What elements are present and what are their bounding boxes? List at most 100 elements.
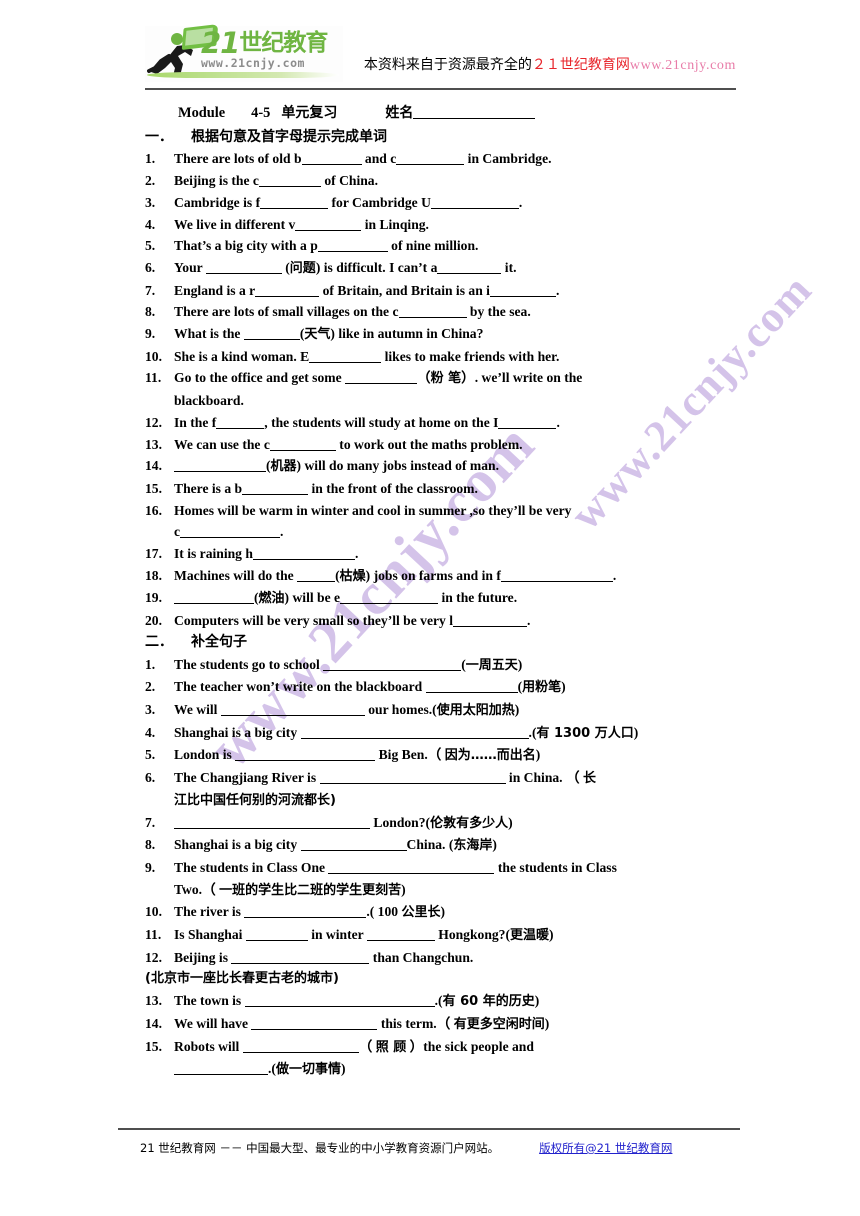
question-text: ) bbox=[544, 1015, 550, 1031]
question-text: .( bbox=[434, 993, 443, 1009]
question-item: 13. We can use the c to work out the math… bbox=[145, 434, 739, 456]
answer-blank[interactable] bbox=[300, 836, 407, 852]
answer-blank[interactable] bbox=[244, 903, 367, 919]
question-text: Hongkong?( bbox=[434, 927, 511, 943]
hint-chinese: 问题 bbox=[289, 260, 316, 276]
name-blank[interactable] bbox=[413, 104, 536, 119]
question-text: Homes will be warm in winter and cool in… bbox=[174, 502, 572, 518]
hint-chinese: 有 60 年的历史 bbox=[442, 994, 535, 1010]
answer-blank[interactable] bbox=[317, 237, 388, 253]
answer-blank[interactable] bbox=[301, 150, 362, 166]
answer-blank[interactable] bbox=[295, 216, 362, 231]
question-number: 12. bbox=[145, 414, 162, 430]
question-item: 7. London?(伦敦有多少人) bbox=[145, 812, 739, 835]
question-body: We live in different v in Linqing. bbox=[174, 217, 429, 232]
answer-blank[interactable] bbox=[430, 194, 519, 209]
question-item: 1. The students go to school (一周五天) bbox=[145, 654, 739, 677]
answer-blank[interactable] bbox=[453, 612, 528, 628]
answer-blank[interactable] bbox=[255, 282, 320, 297]
document-body: Module 4-5 单元复习 姓名 一． 根据句意及首字母提示完成单词 1. There… bbox=[145, 103, 739, 1081]
question-text: Shanghai is a big city bbox=[174, 837, 301, 853]
question-text: ) jobs on farms and in f bbox=[365, 567, 501, 583]
question-number: 10. bbox=[145, 348, 162, 364]
answer-blank[interactable] bbox=[489, 282, 556, 297]
answer-blank[interactable] bbox=[297, 567, 336, 582]
question-text: . bbox=[280, 524, 284, 540]
question-text: in Cambridge. bbox=[464, 151, 552, 167]
answer-blank[interactable] bbox=[244, 992, 435, 1008]
answer-blank[interactable] bbox=[500, 567, 613, 582]
answer-blank[interactable] bbox=[258, 172, 321, 188]
answer-blank[interactable] bbox=[437, 259, 502, 274]
question-item: 16. Homes will be warm in winter and cool… bbox=[145, 500, 739, 543]
answer-blank[interactable] bbox=[174, 589, 254, 605]
hint-chinese: 一班的学生比二班的学生更刻苦 bbox=[219, 882, 402, 898]
question-item: 14. (机器) will do many jobs instead of ma… bbox=[145, 455, 739, 478]
answer-blank[interactable] bbox=[323, 656, 462, 671]
answer-blank[interactable] bbox=[269, 436, 336, 451]
question-text: In the f bbox=[174, 414, 217, 430]
answer-blank[interactable] bbox=[396, 150, 465, 166]
answer-blank[interactable] bbox=[300, 724, 529, 739]
answer-blank[interactable] bbox=[251, 1015, 378, 1030]
question-number: 19. bbox=[145, 590, 162, 606]
question-text: .( 100 bbox=[366, 904, 402, 920]
question-number: 7. bbox=[145, 282, 156, 298]
question-number: 1. bbox=[145, 151, 156, 167]
answer-blank[interactable] bbox=[216, 414, 265, 429]
hint-chinese: 一周五天 bbox=[465, 657, 518, 673]
answer-blank[interactable] bbox=[231, 949, 370, 964]
question-text: ) bbox=[514, 701, 520, 717]
answer-blank[interactable] bbox=[340, 589, 439, 605]
answer-blank[interactable] bbox=[328, 859, 495, 874]
footer-content: 21 世纪教育网 －－ 中国最大型、最专业的中小学教育资源门户网站。 版权所有@2… bbox=[140, 1140, 740, 1156]
footer-text: 21 世纪教育网 －－ 中国最大型、最专业的中小学教育资源门户网站。 bbox=[140, 1141, 500, 1155]
question-body: London is Big Ben.（ 因为……而出名) bbox=[174, 746, 541, 763]
question-text: ) bbox=[535, 747, 541, 763]
question-text: What is the bbox=[174, 326, 244, 342]
answer-blank[interactable] bbox=[309, 348, 382, 363]
answer-blank[interactable] bbox=[174, 814, 370, 829]
answer-blank[interactable] bbox=[235, 746, 376, 762]
hint-chinese: 使用太阳加热 bbox=[436, 702, 515, 718]
hint-chinese: 伦敦有多少人 bbox=[430, 815, 509, 831]
answer-blank[interactable] bbox=[245, 926, 308, 942]
answer-blank[interactable] bbox=[366, 926, 435, 942]
question-text: We live in different v bbox=[174, 216, 296, 232]
answer-blank[interactable] bbox=[242, 480, 309, 495]
answer-blank[interactable] bbox=[220, 701, 365, 716]
question-body: England is a r of Britain, and Britain i… bbox=[174, 283, 559, 298]
question-body: Homes will be warm in winter and cool in… bbox=[174, 503, 571, 518]
page-header: 21世纪教育 www.21cnjy.com 本资料来自于资源最齐全的２１世纪教育… bbox=[0, 0, 860, 90]
copyright-link[interactable]: 版权所有@21 世纪教育网 bbox=[539, 1141, 672, 1155]
question-number: 7. bbox=[145, 814, 156, 830]
answer-blank[interactable] bbox=[398, 303, 467, 319]
question-body: The teacher won’t write on the blackboar… bbox=[174, 678, 566, 695]
question-text: The river is bbox=[174, 904, 245, 920]
question-text: ( bbox=[281, 259, 290, 275]
question-item: 10. She is a kind woman. E likes to make … bbox=[145, 346, 739, 368]
answer-blank[interactable] bbox=[205, 259, 282, 274]
question-text: ) is difficult. I can’t a bbox=[315, 259, 438, 275]
question-item: 9. The students in Class One the students… bbox=[145, 857, 739, 901]
question-text: . bbox=[556, 414, 560, 430]
answer-blank[interactable] bbox=[252, 545, 355, 561]
answer-blank[interactable] bbox=[425, 678, 518, 694]
answer-blank[interactable] bbox=[174, 1060, 268, 1076]
answer-blank[interactable] bbox=[243, 325, 300, 341]
answer-blank[interactable] bbox=[260, 194, 329, 209]
answer-blank[interactable] bbox=[319, 769, 506, 785]
question-item: 19. (燃油) will be e in the future. bbox=[145, 587, 739, 610]
question-text: There are lots of small villages on the … bbox=[174, 304, 399, 320]
answer-blank[interactable] bbox=[180, 523, 281, 539]
question-number: 13. bbox=[145, 993, 162, 1009]
answer-blank[interactable] bbox=[345, 369, 418, 385]
question-number: 5. bbox=[145, 238, 156, 254]
answer-blank[interactable] bbox=[242, 1038, 359, 1053]
question-body: Your (问题) is difficult. I can’t a it. bbox=[174, 259, 517, 276]
site-logo: 21世纪教育 www.21cnjy.com bbox=[145, 24, 343, 82]
answer-blank[interactable] bbox=[498, 414, 557, 429]
answer-blank[interactable] bbox=[174, 457, 266, 473]
question-text: There are lots of old b bbox=[174, 151, 302, 167]
logo-swoosh-decor bbox=[147, 72, 339, 78]
